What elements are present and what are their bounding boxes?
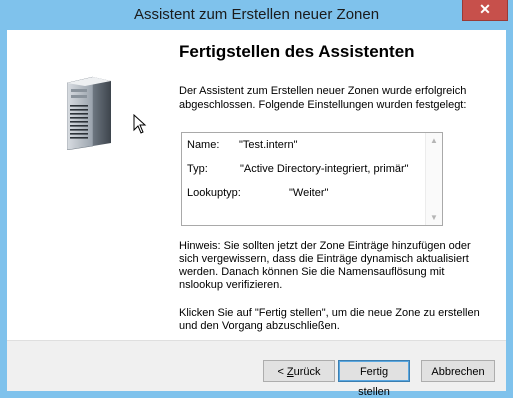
summary-value: "Active Directory-integriert, primär"	[240, 163, 409, 175]
summary-label: Name:	[187, 139, 220, 151]
settings-summary[interactable]: Name: "Test.intern" Typ: "Active Directo…	[181, 132, 443, 226]
summary-scrollbar[interactable]: ▲ ▼	[425, 133, 442, 225]
summary-row-name: Name: "Test.intern"	[187, 139, 298, 151]
back-rest: urück	[293, 366, 321, 378]
server-icon	[67, 76, 111, 150]
cancel-button[interactable]: Abbrechen	[421, 360, 495, 382]
summary-label: Typ:	[187, 163, 208, 175]
summary-row-type: Typ: "Active Directory-integriert, primä…	[187, 163, 409, 175]
back-mnemonic: Z	[286, 366, 294, 378]
summary-value: "Weiter"	[289, 187, 329, 199]
mouse-cursor-icon	[133, 114, 147, 134]
summary-row-lookup: Lookuptyp: "Weiter"	[187, 187, 328, 199]
wizard-side-panel	[7, 30, 172, 340]
scroll-down-icon[interactable]: ▼	[430, 213, 438, 222]
intro-text: Der Assistent zum Erstellen neuer Zonen …	[179, 85, 467, 111]
hint-text: Hinweis: Sie sollten jetzt der Zone Eint…	[179, 240, 471, 291]
button-bar: < Zurück Fertig stellen Abbrechen	[7, 340, 506, 398]
wizard-client-area: Fertigstellen des Assistenten Der Assist…	[7, 30, 506, 398]
finish-instruction: Klicken Sie auf "Fertig stellen", um die…	[179, 307, 480, 332]
close-icon: ✕	[479, 1, 491, 17]
wizard-window: Assistent zum Erstellen neuer Zonen ✕ Fe…	[0, 0, 513, 398]
scroll-up-icon[interactable]: ▲	[430, 136, 438, 145]
window-title: Assistent zum Erstellen neuer Zonen	[133, 6, 380, 23]
summary-value: "Test.intern"	[239, 139, 298, 151]
back-prefix: <	[277, 366, 287, 378]
title-bar[interactable]: Assistent zum Erstellen neuer Zonen ✕	[0, 0, 513, 30]
close-button[interactable]: ✕	[462, 0, 508, 21]
finish-button[interactable]: Fertig stellen	[338, 360, 410, 398]
page-title: Fertigstellen des Assistenten	[179, 42, 415, 61]
back-button[interactable]: < Zurück	[263, 360, 335, 382]
summary-label: Lookuptyp:	[187, 187, 241, 199]
